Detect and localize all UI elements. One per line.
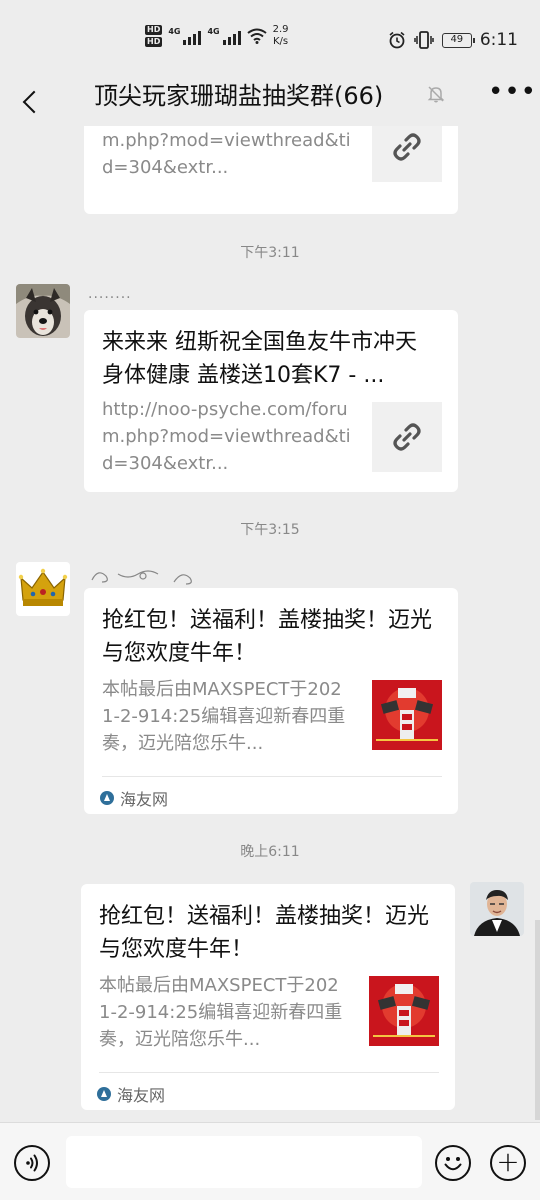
emoji-button[interactable]: [435, 1145, 471, 1181]
chat-header: 顶尖玩家珊瑚盐抽奖群(66) •••: [0, 62, 540, 126]
timestamp: 晚上6:11: [240, 844, 300, 860]
message-list[interactable]: http://noo-psyche.com/forum.php?mod=view…: [0, 126, 540, 1122]
message-input[interactable]: [66, 1136, 422, 1188]
link-url: http://noo-psyche.com/forum.php?mod=view…: [102, 399, 351, 474]
input-bar: +: [0, 1122, 540, 1200]
link-card[interactable]: 抢红包！送福利！盖楼抽奖！迈光与您欢度牛年！ 本帖最后由MAXSPECT于202…: [84, 588, 458, 814]
hd-indicators: HD HD: [145, 25, 163, 47]
link-thumbnail: [372, 126, 442, 182]
link-title: 抢红包！送福利！盖楼抽奖！迈光与您欢度牛年！: [99, 904, 430, 962]
link-title: 来来来 纽斯祝全国鱼友牛市冲天 身体健康 盖楼送10套K7 - ...: [102, 330, 417, 388]
back-button[interactable]: [6, 72, 50, 116]
ornament-nickname-icon: [91, 570, 192, 585]
scrollbar[interactable]: [535, 920, 540, 1120]
link-card[interactable]: 抢红包！送福利！盖楼抽奖！迈光与您欢度牛年！ 本帖最后由MAXSPECT于202…: [81, 884, 455, 1110]
vibrate-icon: [414, 31, 434, 49]
signal-icon-2: 4G: [207, 27, 241, 45]
wifi-icon: [247, 28, 267, 44]
dog-avatar-icon: [16, 284, 70, 338]
status-right: 49 6:11: [388, 30, 518, 50]
sender-nickname: ........: [88, 286, 132, 302]
link-desc: 本帖最后由MAXSPECT于2021-2-914:25编辑喜迎新春四重奏，迈光陪…: [102, 679, 346, 754]
link-icon: [393, 423, 421, 451]
link-thumbnail: [369, 976, 439, 1046]
back-arrow-icon: [22, 90, 46, 114]
more-dots-icon[interactable]: •••: [488, 79, 537, 105]
avatar[interactable]: [16, 562, 70, 616]
status-bar: HD HD 4G 4G 2.9 K/s 49 6:11: [0, 0, 540, 62]
card-divider: [102, 776, 442, 777]
wechat-chat-screen: HD HD 4G 4G 2.9 K/s 49 6:11 顶尖玩家珊瑚盐抽奖群(6…: [0, 0, 540, 1200]
red-envelope-image-icon: [372, 680, 442, 750]
link-icon: [393, 133, 421, 161]
hd-badge-1: HD: [145, 25, 163, 35]
link-thumbnail: [372, 402, 442, 472]
bell-muted-icon: [427, 86, 445, 103]
link-source: 海友网: [97, 1082, 165, 1106]
status-center: HD HD 4G 4G 2.9 K/s: [145, 24, 289, 48]
link-desc: 本帖最后由MAXSPECT于2021-2-914:25编辑喜迎新春四重奏，迈光陪…: [99, 975, 343, 1050]
voice-button[interactable]: [14, 1145, 50, 1181]
voice-icon: [26, 1154, 38, 1172]
link-title: 抢红包！送福利！盖楼抽奖！迈光与您欢度牛年！: [102, 608, 433, 666]
link-card[interactable]: 来来来 纽斯祝全国鱼友牛市冲天 身体健康 盖楼送10套K7 - ... http…: [84, 310, 458, 492]
hd-badge-2: HD: [145, 37, 163, 47]
avatar[interactable]: [16, 284, 70, 338]
link-thumbnail: [372, 680, 442, 750]
alarm-icon: [389, 31, 405, 49]
timestamp: 下午3:11: [240, 245, 300, 261]
link-card[interactable]: http://noo-psyche.com/forum.php?mod=view…: [84, 126, 458, 214]
source-logo-icon: [100, 791, 114, 805]
timestamp: 下午3:15: [240, 522, 300, 538]
red-envelope-image-icon: [369, 976, 439, 1046]
card-divider: [99, 1072, 439, 1073]
crown-avatar-icon: [16, 562, 70, 616]
source-logo-icon: [97, 1087, 111, 1101]
avatar[interactable]: [470, 882, 524, 936]
plus-icon: +: [496, 1145, 520, 1178]
signal-icon-1: 4G: [168, 27, 202, 45]
person-avatar-icon: [470, 882, 524, 936]
link-url: http://noo-psyche.com/forum.php?mod=view…: [102, 130, 351, 178]
network-speed: 2.9 K/s: [272, 24, 289, 47]
chat-title[interactable]: 顶尖玩家珊瑚盐抽奖群(66): [94, 76, 383, 111]
plus-button[interactable]: +: [490, 1145, 526, 1181]
clock: 6:11: [479, 30, 518, 50]
battery-icon: 49: [441, 32, 475, 48]
link-source: 海友网: [100, 786, 168, 810]
emoji-icon: [444, 1157, 462, 1171]
